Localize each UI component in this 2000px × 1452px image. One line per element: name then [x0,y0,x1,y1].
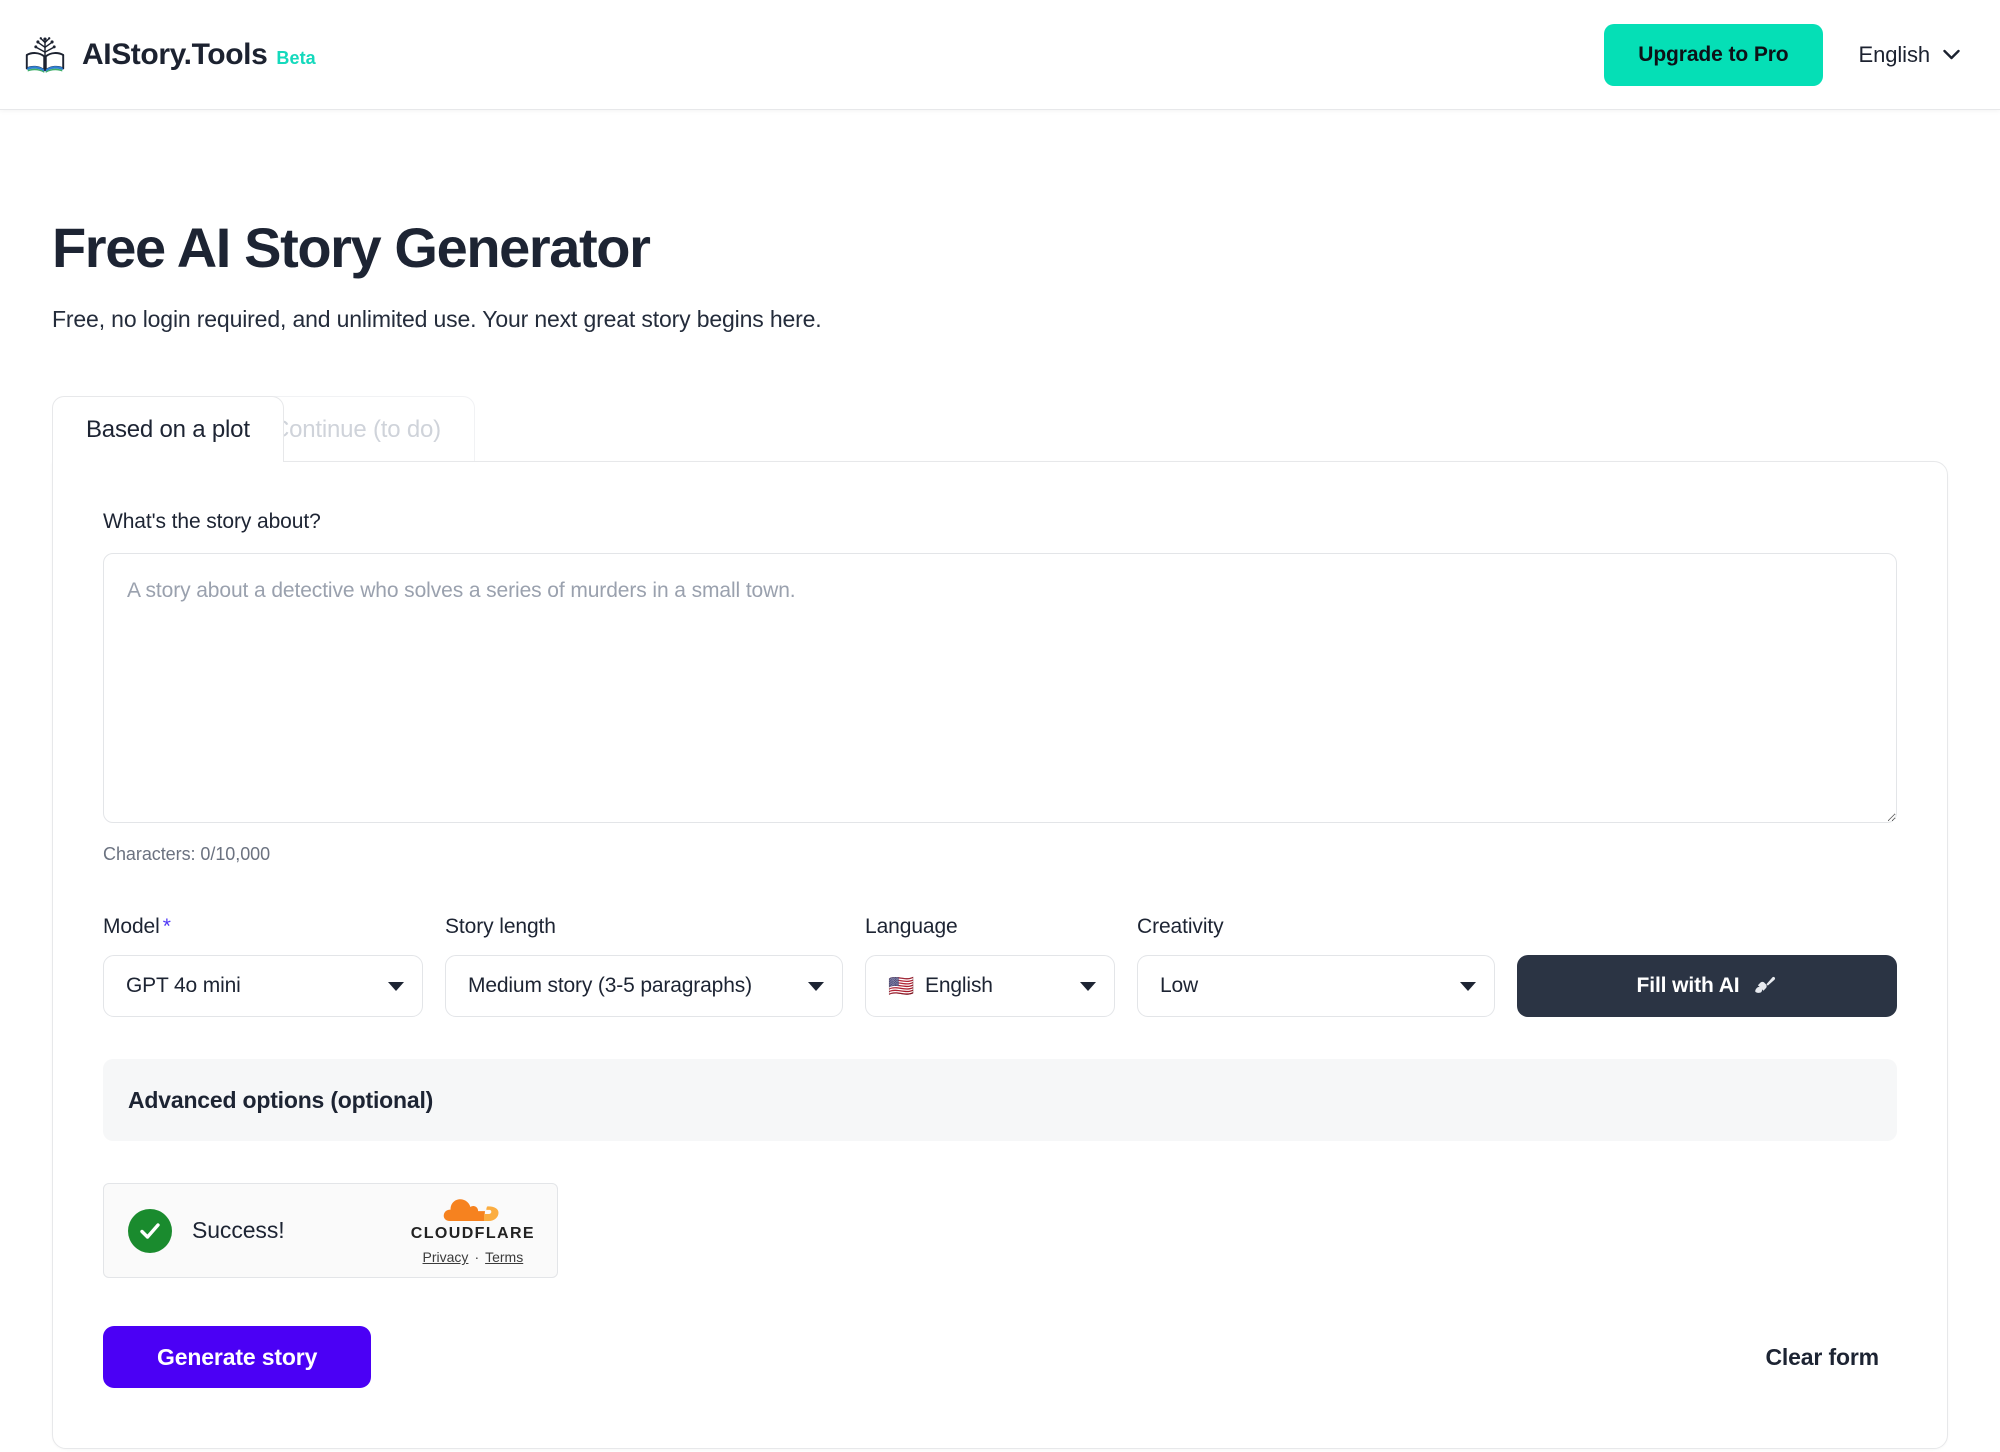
caret-down-icon [1080,981,1096,991]
tab-list: Based on a plot Continue (to do) [52,396,1948,463]
turnstile-status-text: Success! [192,1217,285,1244]
fill-with-ai-button[interactable]: Fill with AI [1517,955,1897,1018]
privacy-link[interactable]: Privacy [423,1249,469,1265]
book-tree-logo-icon [25,36,65,73]
creativity-control: Creativity Low [1137,915,1495,1018]
creativity-select[interactable]: Low [1137,955,1495,1018]
site-header: AIStory.Tools Beta Upgrade to Pro English [0,0,2000,110]
link-separator: · [474,1249,480,1266]
fill-with-ai-label: Fill with AI [1636,974,1740,998]
story-prompt-label: What's the story about? [103,510,321,534]
language-select-text: English [925,974,993,998]
header-actions: Upgrade to Pro English [1604,23,1960,86]
story-form-panel: What's the story about? Characters: 0/10… [52,461,1948,1450]
story-options-row: Model * GPT 4o mini Story length Medium s… [103,915,1897,1018]
cloudflare-turnstile-widget[interactable]: Success! CLOUDFLARE Privacy · Terms [103,1183,558,1279]
advanced-options-toggle[interactable]: Advanced options (optional) [103,1059,1897,1142]
creativity-label: Creativity [1137,915,1224,939]
success-check-icon [128,1208,172,1253]
brand-title: AIStory.Tools [82,37,268,71]
page-main: Free AI Story Generator Free, no login r… [0,216,2000,1450]
page-title: Free AI Story Generator [52,216,651,279]
caret-down-icon [808,981,824,991]
upgrade-to-pro-button[interactable]: Upgrade to Pro [1604,23,1823,86]
tab-continue-label: Continue (to do) [272,415,441,443]
language-switcher-label: English [1858,41,1931,67]
model-select-value: GPT 4o mini [126,974,241,998]
chevron-down-icon [1943,49,1960,60]
required-marker: * [162,915,171,939]
caret-down-icon [1460,981,1476,991]
form-actions: Generate story Clear form [103,1326,1897,1389]
story-length-select[interactable]: Medium story (3-5 paragraphs) [445,955,843,1018]
brand[interactable]: AIStory.Tools Beta [22,32,316,78]
tab-based-on-a-plot[interactable]: Based on a plot [52,396,284,463]
model-control: Model * GPT 4o mini [103,915,423,1018]
story-length-select-value: Medium story (3-5 paragraphs) [468,974,752,998]
us-flag-icon: 🇺🇸 [888,974,914,998]
turnstile-links: Privacy · Terms [423,1249,524,1265]
language-switcher[interactable]: English [1859,42,1960,68]
cloudflare-branding: CLOUDFLARE Privacy · Terms [411,1196,535,1265]
model-select[interactable]: GPT 4o mini [103,955,423,1018]
creativity-select-value: Low [1160,974,1199,998]
brand-name: AIStory.Tools Beta [82,38,316,72]
model-label-text: Model [103,915,160,939]
story-length-label: Story length [445,915,556,939]
cloudflare-wordmark: CLOUDFLARE [410,1225,535,1243]
caret-down-icon [388,981,404,991]
advanced-options-label: Advanced options (optional) [128,1086,434,1113]
story-prompt-input[interactable] [103,553,1897,824]
language-select[interactable]: 🇺🇸 English [865,955,1115,1018]
clear-form-button[interactable]: Clear form [1765,1344,1879,1371]
page-subtitle: Free, no login required, and unlimited u… [52,306,822,333]
cloudflare-cloud-icon [443,1199,499,1222]
tab-based-on-a-plot-label: Based on a plot [86,415,250,443]
language-select-value: 🇺🇸 English [888,974,1062,998]
story-length-control: Story length Medium story (3-5 paragraph… [445,915,843,1018]
beta-badge: Beta [276,47,316,68]
language-control: Language 🇺🇸 English [865,915,1115,1018]
paintbrush-icon [1754,977,1775,994]
language-label: Language [865,915,958,939]
terms-link[interactable]: Terms [485,1249,523,1265]
generate-story-button[interactable]: Generate story [103,1326,372,1389]
character-counter: Characters: 0/10,000 [103,844,271,865]
model-label: Model * [103,915,423,939]
